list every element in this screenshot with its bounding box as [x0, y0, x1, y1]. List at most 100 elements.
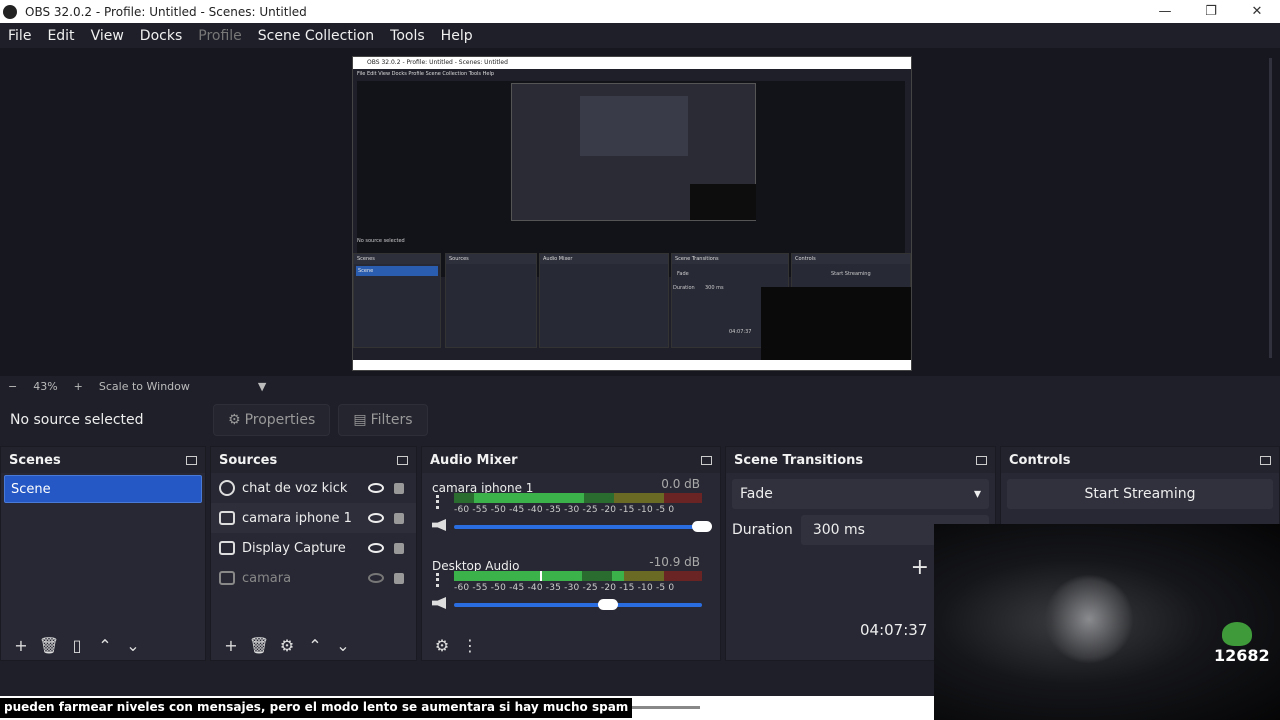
speaker-icon[interactable]: [432, 519, 446, 531]
audio-mixer-dock: Audio Mixer camara iphone 1 0.0 dB -60 -…: [421, 446, 721, 661]
audio-mixer-title: Audio Mixer: [430, 452, 518, 468]
audio-mixer-header: Audio Mixer: [422, 447, 720, 473]
properties-button[interactable]: ⚙ Properties: [213, 404, 331, 436]
scene-filters-button[interactable]: ▯: [63, 636, 91, 655]
preview-display-capture: OBS 32.0.2 - Profile: Untitled - Scenes:…: [352, 56, 912, 371]
lock-icon[interactable]: [394, 542, 404, 554]
move-scene-up-button[interactable]: ⌃: [91, 636, 119, 655]
visibility-eye-icon[interactable]: [368, 543, 384, 553]
audio-channel: camara iphone 1 0.0 dB -60 -55 -50 -45 -…: [432, 477, 712, 555]
source-item-chat-de-voz-kick[interactable]: chat de voz kick: [211, 473, 416, 503]
nested-scenes-header: Scenes: [354, 254, 440, 264]
nested-duration-value: 300 ms: [705, 285, 724, 291]
menu-profile[interactable]: Profile: [190, 28, 250, 44]
nested-scenes-dock: Scenes Scene: [353, 253, 441, 348]
duration-value: 300 ms: [812, 522, 865, 538]
lock-icon[interactable]: [394, 572, 404, 584]
nested-duration: Duration: [673, 285, 695, 291]
frog-emote-icon: [1222, 622, 1252, 646]
menu-file[interactable]: File: [0, 28, 39, 44]
source-item-camara-iphone-1[interactable]: camara iphone 1: [211, 503, 416, 533]
add-source-button[interactable]: +: [217, 636, 245, 655]
nested-sources-header: Sources: [446, 254, 536, 264]
menu-edit[interactable]: Edit: [39, 28, 82, 44]
remove-scene-button[interactable]: 🗑: [35, 636, 63, 655]
controls-title: Controls: [1009, 452, 1071, 468]
source-item-display-capture[interactable]: Display Capture: [211, 533, 416, 563]
close-button[interactable]: ✕: [1234, 4, 1280, 19]
media-source-icon: [219, 511, 235, 525]
zoom-level: 43%: [33, 379, 58, 393]
viewer-count: 12682: [1214, 646, 1270, 665]
remove-source-button[interactable]: 🗑: [245, 636, 273, 655]
move-source-up-button[interactable]: ⌃: [301, 636, 329, 655]
source-properties-button[interactable]: ⚙: [273, 636, 301, 655]
undock-icon[interactable]: [976, 455, 987, 465]
channel-db: 0.0 dB: [661, 477, 700, 491]
hidden-eye-icon[interactable]: [368, 573, 384, 583]
viewer-badge: 12682: [1214, 622, 1270, 666]
nested-sources-dock: Sources: [445, 253, 537, 348]
source-label: Display Capture: [242, 540, 346, 556]
undock-icon[interactable]: [701, 455, 712, 465]
nested-menu: File Edit View Docks Profile Scene Colle…: [357, 71, 495, 77]
nested-inner-capture: [511, 83, 756, 221]
window-title: OBS 32.0.2 - Profile: Untitled - Scenes:…: [25, 4, 307, 19]
volume-slider[interactable]: [454, 603, 702, 607]
undock-icon[interactable]: [186, 455, 197, 465]
preview-scrollbar[interactable]: [1269, 58, 1272, 358]
volume-knob[interactable]: [597, 599, 618, 610]
zoom-out-button[interactable]: −: [8, 380, 17, 393]
nested-inner-camera: [690, 184, 756, 220]
channel-menu-icon[interactable]: [436, 573, 439, 587]
nested-preview: [357, 81, 905, 277]
source-label: camara iphone 1: [242, 510, 352, 526]
undock-icon[interactable]: [397, 455, 408, 465]
source-item-camara[interactable]: camara: [211, 563, 416, 593]
undock-icon[interactable]: [1260, 455, 1271, 465]
menu-tools[interactable]: Tools: [382, 28, 433, 44]
maximize-button[interactable]: ❐: [1188, 4, 1234, 19]
context-bar: No source selected ⚙ Properties ▤ Filter…: [0, 396, 1280, 444]
properties-label: Properties: [244, 412, 316, 428]
filters-button[interactable]: ▤ Filters: [338, 404, 428, 436]
channel-menu-icon[interactable]: [436, 495, 439, 509]
scale-mode-chevron-down-icon[interactable]: ▼: [258, 380, 266, 393]
add-scene-button[interactable]: +: [7, 636, 35, 655]
zoom-in-button[interactable]: +: [74, 380, 83, 393]
menu-view[interactable]: View: [83, 28, 132, 44]
camera-source-icon: [219, 571, 235, 585]
move-source-down-button[interactable]: ⌄: [329, 636, 357, 655]
volume-slider[interactable]: [454, 525, 702, 529]
nested-no-source: No source selected: [357, 238, 405, 244]
channel-db: -10.9 dB: [649, 555, 700, 569]
chevron-down-icon: ▾: [973, 486, 981, 502]
mixer-menu-icon[interactable]: ⋮: [456, 636, 484, 655]
scene-item[interactable]: Scene: [4, 475, 202, 503]
meter-ticks: -60 -55 -50 -45 -40 -35 -30 -25 -20 -15 …: [454, 583, 675, 593]
visibility-eye-icon[interactable]: [368, 513, 384, 523]
menu-docks[interactable]: Docks: [132, 28, 190, 44]
source-label: camara: [242, 570, 292, 586]
minimize-button[interactable]: —: [1142, 4, 1188, 19]
volume-knob[interactable]: [692, 521, 712, 532]
title-bar: OBS 32.0.2 - Profile: Untitled - Scenes:…: [0, 0, 1280, 23]
advanced-audio-gear-icon[interactable]: ⚙: [428, 636, 456, 655]
scenes-dock: Scenes Scene + 🗑 ▯ ⌃ ⌄: [0, 446, 206, 661]
sources-dock: Sources chat de voz kick camara iphone 1…: [210, 446, 417, 661]
controls-header: Controls: [1001, 447, 1279, 473]
meter-ticks: -60 -55 -50 -45 -40 -35 -30 -25 -20 -15 …: [454, 505, 675, 515]
start-streaming-button[interactable]: Start Streaming: [1007, 479, 1273, 509]
filters-label: Filters: [370, 412, 413, 428]
lock-icon[interactable]: [394, 482, 404, 494]
scale-mode-select[interactable]: Scale to Window: [99, 380, 190, 393]
speaker-icon[interactable]: [432, 597, 446, 609]
menu-scene-collection[interactable]: Scene Collection: [250, 28, 382, 44]
sources-header: Sources: [211, 447, 416, 473]
menu-help[interactable]: Help: [433, 28, 481, 44]
lock-icon[interactable]: [394, 512, 404, 524]
transition-type-select[interactable]: Fade ▾: [732, 479, 989, 509]
move-scene-down-button[interactable]: ⌄: [119, 636, 147, 655]
visibility-eye-icon[interactable]: [368, 483, 384, 493]
nested-scene-item: Scene: [356, 266, 438, 276]
